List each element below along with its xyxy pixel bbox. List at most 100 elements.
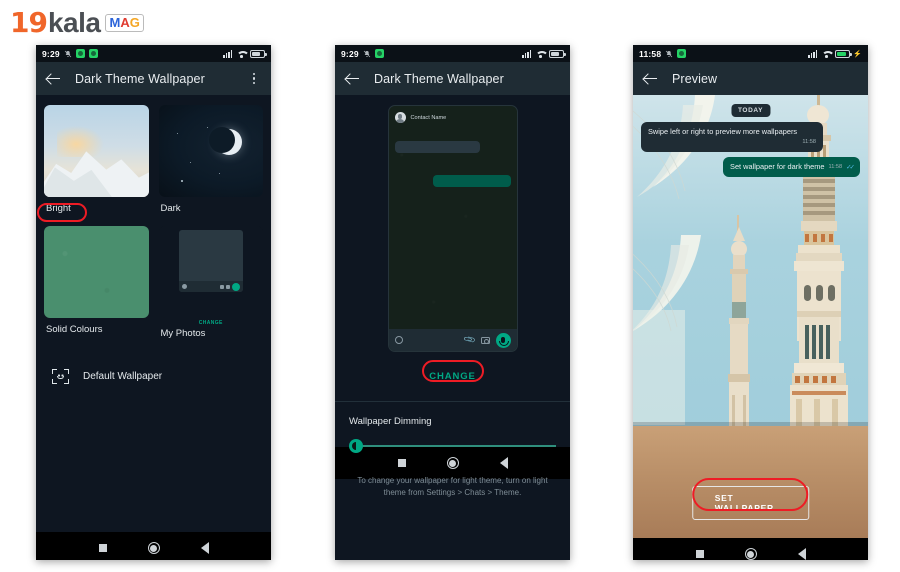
battery-icon: [250, 49, 267, 58]
mic-button: [495, 332, 511, 348]
home-circle-icon[interactable]: [147, 542, 160, 554]
set-wallpaper-button[interactable]: SET WALLPAPER: [691, 486, 810, 520]
page-title: Dark Theme Wallpaper: [374, 71, 504, 86]
slider-track[interactable]: [358, 445, 556, 447]
page-title: Dark Theme Wallpaper: [75, 71, 205, 86]
status-bar-right: ⚡: [808, 49, 862, 58]
double-check-icon: ✓✓: [846, 164, 855, 172]
status-time: 9:29: [341, 48, 359, 59]
phone-screenshot-1: 9:29 Dark Theme Wallpaper Bright Dark So…: [36, 45, 271, 560]
crescent-moon-icon: [209, 126, 243, 155]
wifi-icon: [821, 50, 831, 58]
status-bar: 9:29: [36, 45, 271, 62]
default-wallpaper-label: Default Wallpaper: [83, 371, 163, 382]
change-button-wrap: CHANGE: [335, 360, 570, 384]
wallpaper-option-dark[interactable]: Dark: [158, 105, 263, 224]
wallpaper-grid: Bright Dark Solid Colours CHANGE My Phot…: [44, 105, 263, 349]
logo-mag-badge: MAG: [105, 14, 144, 32]
status-bar-right: [522, 49, 566, 58]
app-bar: Dark Theme Wallpaper: [36, 62, 271, 95]
default-wallpaper-row[interactable]: Default Wallpaper: [44, 349, 263, 384]
wallpaper-dimming-slider[interactable]: [349, 439, 556, 453]
wallpaper-options-body: Bright Dark Solid Colours CHANGE My Phot…: [36, 95, 271, 532]
battery-charging-icon: [835, 49, 852, 58]
notification-badge: [677, 49, 687, 58]
site-logo: 19 kala MAG: [10, 8, 144, 38]
home-circle-icon[interactable]: [744, 548, 757, 560]
logo-text-kala: kala: [47, 7, 101, 38]
wifi-icon: [535, 50, 545, 58]
battery-icon: [549, 49, 566, 58]
signal-icon: [223, 49, 232, 58]
back-triangle-icon[interactable]: [200, 542, 209, 554]
emoji-icon: [394, 336, 403, 344]
status-bar: 11:58 ⚡: [633, 45, 868, 62]
back-arrow-icon[interactable]: [643, 71, 658, 86]
app-bar: Dark Theme Wallpaper: [335, 62, 570, 95]
preview-input-bar: 📎: [388, 329, 517, 351]
chat-bubble-incoming: Swipe left or right to preview more wall…: [641, 122, 823, 152]
mute-icon: [64, 50, 72, 57]
recents-square-icon[interactable]: [695, 550, 704, 558]
chat-bubble-incoming-text: Swipe left or right to preview more wall…: [648, 127, 798, 136]
recents-square-icon[interactable]: [98, 544, 107, 552]
camera-icon: [480, 336, 490, 345]
signal-icon: [522, 49, 531, 58]
wallpaper-option-bright[interactable]: Bright: [44, 105, 149, 224]
wifi-icon: [236, 50, 246, 58]
mini-chat-preview: [178, 230, 243, 292]
wallpaper-preview-canvas[interactable]: TODAY Swipe left or right to preview mor…: [633, 95, 868, 538]
wallpaper-option-my-photos[interactable]: CHANGE My Photos: [158, 226, 263, 349]
chat-preview-card[interactable]: Contact Name 📎: [387, 105, 518, 352]
android-nav-bar: [633, 538, 868, 560]
logo-text-19: 19: [10, 6, 48, 39]
wallpaper-label-dark: Dark: [160, 203, 181, 214]
logo-mag-g: G: [129, 15, 140, 30]
mini-emoji-icon: [181, 284, 187, 289]
green-solid-thumb[interactable]: [44, 226, 149, 318]
wallpaper-image-icon: [52, 369, 69, 384]
mini-input-bar: [178, 281, 243, 292]
wallpaper-label-solid-colours: Solid Colours: [46, 324, 103, 335]
wallpaper-dimming-label: Wallpaper Dimming: [349, 416, 432, 427]
notification-badge: [88, 49, 98, 58]
status-time: 11:58: [639, 48, 662, 59]
mute-icon: [363, 50, 371, 57]
crescent-moon-night-thumb[interactable]: [158, 105, 263, 197]
android-nav-bar: [36, 532, 271, 560]
mini-mic-icon: [231, 282, 240, 291]
status-bar-right: [223, 49, 267, 58]
change-button[interactable]: CHANGE: [429, 371, 476, 382]
chat-bubble-incoming-time: 11:58: [802, 138, 816, 145]
back-arrow-icon[interactable]: [46, 71, 61, 86]
contact-name: Contact Name: [410, 114, 447, 121]
signal-icon: [808, 49, 818, 58]
mountain-sunrise-thumb[interactable]: [44, 105, 149, 197]
wallpaper-label-my-photos: My Photos: [160, 328, 206, 339]
chat-bubble-outgoing: Set wallpaper for dark theme 11:58 ✓✓: [723, 157, 860, 177]
set-wallpaper-wrap: SET WALLPAPER: [691, 478, 810, 520]
wallpaper-dimming-section: Wallpaper Dimming: [335, 402, 570, 453]
overflow-menu-icon[interactable]: [247, 71, 261, 87]
chat-preview-thumb[interactable]: [158, 226, 263, 318]
charging-bolt-icon: ⚡: [853, 50, 862, 58]
preview-bubble-outgoing: [432, 175, 511, 187]
mini-attach-icon: [219, 284, 224, 289]
app-bar: Preview: [633, 62, 868, 95]
status-bar-left: 9:29: [341, 49, 384, 59]
day-divider: TODAY: [730, 104, 771, 117]
status-bar: 9:29: [335, 45, 570, 62]
phone-screenshot-3: 11:58 ⚡ Preview TODAY Swipe left or righ…: [633, 45, 868, 560]
contact-avatar-icon: [394, 112, 406, 123]
back-triangle-icon[interactable]: [797, 548, 806, 560]
chat-bubble-outgoing-time: 11:58: [828, 164, 843, 171]
screenshot-page: 19 kala MAG 9:29 Dark Theme Wallpaper Br…: [0, 0, 900, 572]
wallpaper-option-solid-colours[interactable]: Solid Colours: [44, 226, 149, 349]
notification-badge: [75, 49, 85, 58]
slider-thumb[interactable]: [349, 439, 363, 453]
mini-camera-icon: [225, 284, 230, 289]
notification-badge: [374, 49, 384, 58]
back-arrow-icon[interactable]: [345, 71, 360, 86]
mute-icon: [666, 50, 673, 57]
status-bar-left: 9:29: [42, 49, 98, 59]
